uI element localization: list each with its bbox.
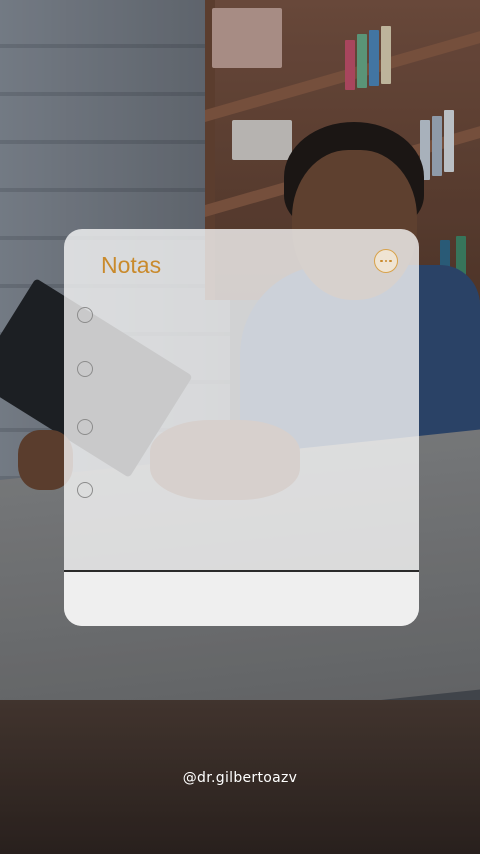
checklist-item[interactable]	[77, 307, 377, 327]
account-handle: @dr.gilbertoazv	[182, 770, 298, 786]
notes-footer	[64, 572, 419, 626]
notes-title: Notas	[101, 252, 162, 278]
story-screen: Notas @dr.gilbertoazv	[0, 0, 480, 854]
checklist-item[interactable]	[77, 361, 377, 381]
notes-widget[interactable]: Notas	[64, 229, 419, 626]
checklist-item[interactable]	[77, 419, 377, 439]
more-options-button[interactable]	[374, 249, 398, 273]
checkbox-circle-icon[interactable]	[77, 419, 93, 435]
more-options-icon	[380, 259, 392, 263]
checkbox-circle-icon[interactable]	[77, 482, 93, 498]
checkbox-circle-icon[interactable]	[77, 361, 93, 377]
checkbox-circle-icon[interactable]	[77, 307, 93, 323]
checklist-item[interactable]	[77, 482, 377, 502]
